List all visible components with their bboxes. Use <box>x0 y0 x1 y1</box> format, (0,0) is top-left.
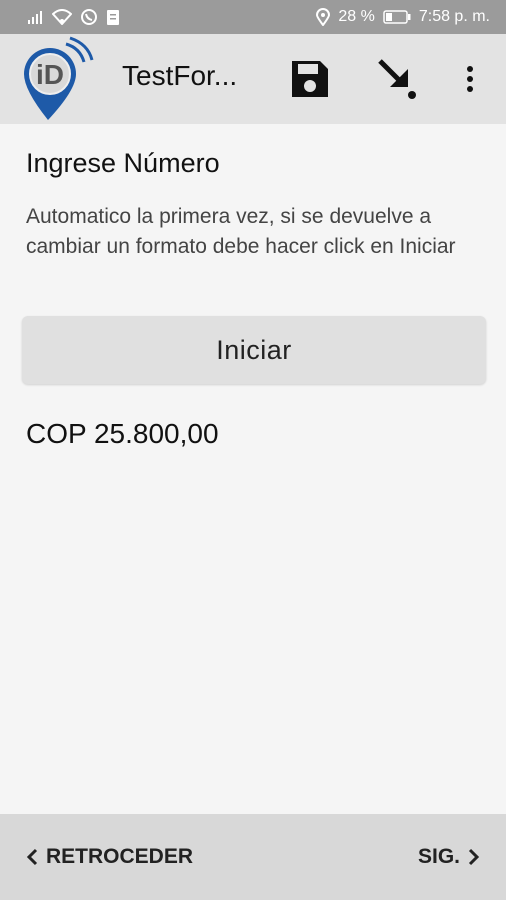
download-button[interactable] <box>370 34 426 124</box>
back-label: RETROCEDER <box>46 845 194 868</box>
download-icon <box>378 59 416 99</box>
app-bar: iD TestFor... <box>0 34 506 124</box>
status-right: 28 % 7:58 p. m. <box>316 8 490 26</box>
app-title: TestFor... <box>122 60 238 91</box>
whatsapp-icon <box>81 9 97 25</box>
clipboard-icon <box>107 10 119 25</box>
bottom-nav: RETROCEDER SIG. <box>0 814 506 900</box>
signal-icon <box>28 11 42 24</box>
status-bar: 28 % 7:58 p. m. <box>0 0 506 34</box>
battery-icon <box>383 10 411 24</box>
status-left <box>28 8 120 26</box>
next-button[interactable]: SIG. <box>418 814 480 900</box>
logo-text: iD <box>36 59 64 90</box>
location-icon <box>316 8 331 26</box>
field-help-text: Automatico la primera vez, si se devuelv… <box>26 205 456 258</box>
field-label: Ingrese Número <box>26 148 220 178</box>
app-logo: iD <box>24 36 94 120</box>
currency-value: COP 25.800,00 <box>26 418 219 449</box>
back-button[interactable]: RETROCEDER <box>26 814 193 900</box>
save-icon <box>292 61 328 97</box>
overflow-menu-button[interactable] <box>452 34 488 124</box>
more-vert-icon <box>467 66 473 92</box>
save-button[interactable] <box>284 34 336 124</box>
next-label: SIG. <box>417 845 460 868</box>
wifi-icon <box>52 9 72 25</box>
chevron-left-icon <box>26 848 38 866</box>
start-button[interactable]: Iniciar <box>22 316 486 384</box>
battery-percent: 28 % <box>338 8 375 25</box>
chevron-right-icon <box>468 848 480 866</box>
clock: 7:58 p. m. <box>418 8 490 25</box>
